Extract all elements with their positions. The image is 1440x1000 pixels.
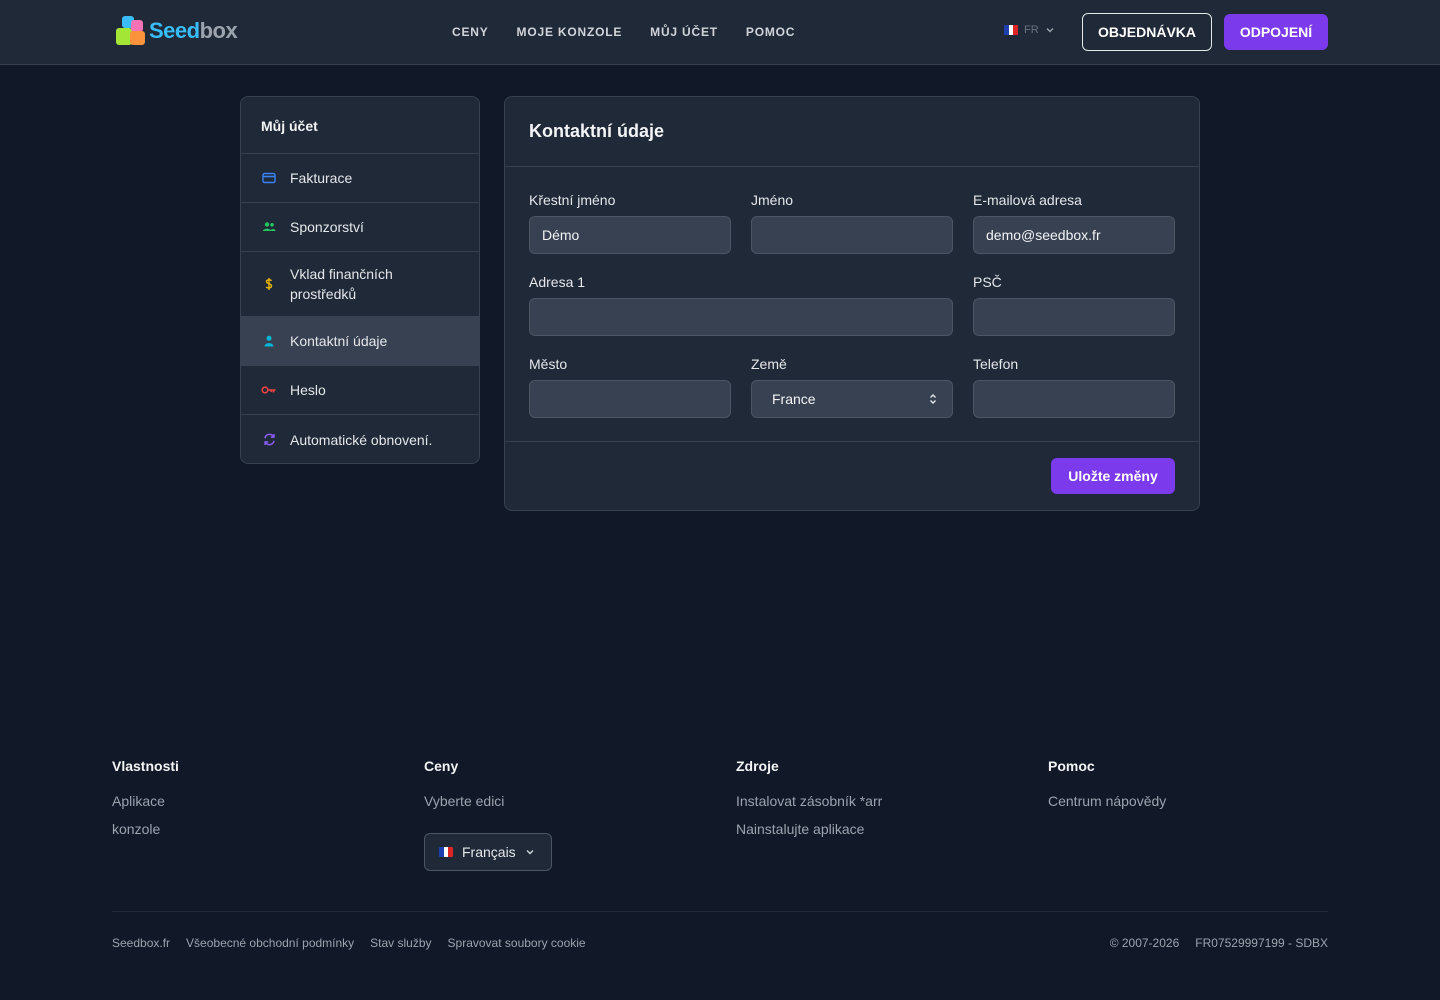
email-group: E-mailová adresa — [973, 192, 1175, 254]
email-label: E-mailová adresa — [973, 192, 1082, 208]
main-nav: CENY MOJE KONZOLE MŮJ ÚČET POMOC — [452, 0, 795, 64]
phone-label: Telefon — [973, 356, 1019, 372]
top-bar: Seedbox CENY MOJE KONZOLE MŮJ ÚČET POMOC… — [0, 0, 1440, 65]
footer-col-title: Ceny — [424, 758, 459, 774]
email-input[interactable] — [973, 216, 1175, 254]
language-label: Français — [462, 844, 516, 860]
city-label: Město — [529, 356, 568, 372]
footer-link-install-apps[interactable]: Nainstalujte aplikace — [736, 820, 882, 838]
refresh-icon — [261, 432, 277, 448]
address-label: Adresa 1 — [529, 274, 586, 290]
phone-group: Telefon — [973, 356, 1175, 418]
logo-icon — [113, 14, 149, 48]
footer-col-title: Zdroje — [736, 758, 779, 774]
footer-language-select[interactable]: Français — [424, 833, 552, 871]
sidebar-item-label: Heslo — [290, 382, 326, 398]
footer-link-status[interactable]: Stav služby — [370, 936, 431, 950]
nav-item-pomoc[interactable]: POMOC — [746, 25, 795, 39]
contact-details-card: Kontaktní údaje Křestní jméno Jméno E-ma… — [504, 96, 1200, 511]
chevron-up-down-icon — [930, 394, 936, 404]
footer-col-features: Vlastnosti Aplikace konzole — [112, 758, 179, 848]
sidebar-item-contact-details[interactable]: Kontaktní údaje — [241, 317, 479, 366]
sidebar-item-label: Fakturace — [290, 170, 353, 186]
zip-input[interactable] — [973, 298, 1175, 336]
french-flag-icon — [439, 847, 453, 857]
key-icon — [261, 382, 277, 398]
zip-group: PSČ — [973, 274, 1175, 336]
language-switcher[interactable]: FR — [1004, 24, 1055, 36]
nav-item-ceny[interactable]: CENY — [452, 25, 489, 39]
country-select-value: France — [772, 391, 816, 407]
logo[interactable]: Seedbox — [113, 14, 238, 48]
footer-col-resources: Zdroje Instalovat zásobník *arr Nainstal… — [736, 758, 882, 848]
sidebar-item-auto-renewal[interactable]: Automatické obnovení. — [241, 415, 479, 463]
sidebar-item-deposit[interactable]: Vklad finančních prostředků — [241, 252, 479, 317]
footer-link-cookies[interactable]: Spravovat soubory cookie — [448, 936, 586, 950]
address-input[interactable] — [529, 298, 953, 336]
chevron-down-icon — [1046, 28, 1054, 33]
sidebar-item-label: Sponzorství — [290, 219, 364, 235]
footer-link-consoles[interactable]: konzole — [112, 820, 179, 838]
country-label: Země — [751, 356, 787, 372]
card-title: Kontaktní údaje — [505, 97, 1199, 167]
copyright-text: © 2007-2026 — [1109, 936, 1180, 950]
footer-col-title: Pomoc — [1048, 758, 1095, 774]
first-name-label: Křestní jméno — [529, 192, 616, 208]
first-name-input[interactable] — [529, 216, 731, 254]
footer-link-home[interactable]: Seedbox.fr — [112, 936, 170, 950]
nav-item-moje-konzole[interactable]: MOJE KONZOLE — [517, 25, 623, 39]
language-code: FR — [1024, 24, 1039, 36]
credit-card-icon — [261, 170, 277, 186]
users-icon — [261, 219, 277, 235]
dollar-icon — [261, 276, 277, 292]
company-id-text: FR07529997199 - SDBX — [1195, 936, 1328, 950]
last-name-input[interactable] — [751, 216, 953, 254]
last-name-group: Jméno — [751, 192, 953, 254]
account-sidebar: Můj účet Fakturace Sponzorství Vklad fin… — [240, 96, 480, 464]
city-input[interactable] — [529, 380, 731, 418]
first-name-group: Křestní jméno — [529, 192, 731, 254]
footer-link-terms[interactable]: Všeobecné obchodní podmínky — [186, 936, 354, 950]
footer-col-help: Pomoc Centrum nápovědy — [1048, 758, 1166, 820]
sidebar-title: Můj účet — [241, 97, 479, 154]
footer-legal: © 2007-2026 FR07529997199 - SDBX — [1110, 936, 1328, 950]
chevron-down-icon — [526, 850, 534, 855]
sidebar-item-billing[interactable]: Fakturace — [241, 154, 479, 203]
footer-link-apps[interactable]: Aplikace — [112, 792, 179, 810]
footer-link-choose-edition[interactable]: Vyberte edici — [424, 792, 504, 810]
phone-input[interactable] — [973, 380, 1175, 418]
country-group: Země France — [751, 356, 953, 418]
footer-link-help-center[interactable]: Centrum nápovědy — [1048, 792, 1166, 810]
last-name-label: Jméno — [751, 192, 794, 208]
nav-item-muj-ucet[interactable]: MŮJ ÚČET — [650, 25, 718, 39]
sidebar-item-label: Vklad finančních prostředků — [290, 266, 393, 302]
country-select[interactable]: France — [751, 380, 953, 418]
footer-col-pricing: Ceny Vyberte edici — [424, 758, 504, 820]
footer-link-install-arr[interactable]: Instalovat zásobník *arr — [736, 792, 882, 810]
zip-label: PSČ — [973, 274, 1002, 290]
logout-button[interactable]: ODPOJENÍ — [1224, 14, 1328, 50]
sidebar-item-sponsorship[interactable]: Sponzorství — [241, 203, 479, 252]
sidebar-item-label: Automatické obnovení. — [290, 431, 433, 448]
user-icon — [261, 333, 277, 349]
sidebar-item-password[interactable]: Heslo — [241, 366, 479, 415]
card-footer-divider — [505, 441, 1199, 442]
footer-divider — [112, 911, 1328, 912]
address-group: Adresa 1 — [529, 274, 953, 336]
logo-text: Seedbox — [149, 18, 238, 43]
footer-col-title: Vlastnosti — [112, 758, 179, 774]
sidebar-item-label: Kontaktní údaje — [290, 333, 388, 349]
order-button[interactable]: OBJEDNÁVKA — [1082, 13, 1212, 51]
city-group: Město — [529, 356, 731, 418]
french-flag-icon — [1004, 25, 1018, 35]
footer-bottom-links: Seedbox.fr Všeobecné obchodní podmínky S… — [112, 936, 586, 950]
save-changes-button[interactable]: Uložte změny — [1051, 458, 1175, 494]
